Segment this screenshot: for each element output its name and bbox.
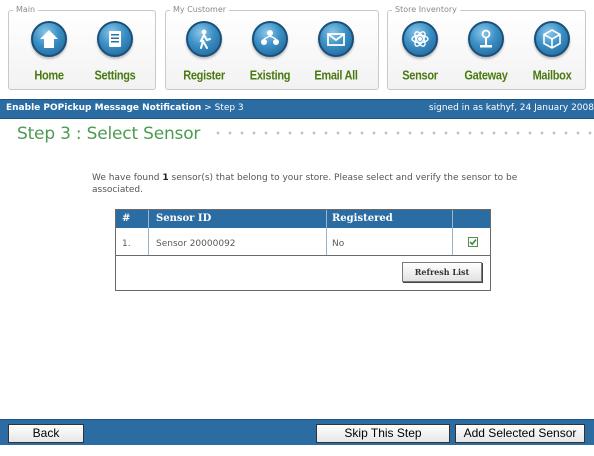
wizard-footer-bar: Back Skip This Step Add Selected Sensor bbox=[0, 419, 594, 445]
toolbar-group-my-customer: My Customer Register Existing Email All bbox=[165, 4, 379, 90]
group-label-my-customer: My Customer bbox=[170, 4, 230, 16]
row-number: 1. bbox=[122, 239, 131, 249]
page-title: Step 3 : Select Sensor bbox=[17, 124, 201, 144]
wizard-header-bar: Enable POPickup Message Notification > S… bbox=[0, 99, 594, 119]
checkmark-icon bbox=[469, 239, 477, 246]
toolbar-gateway-button[interactable]: Gateway bbox=[460, 21, 512, 87]
settings-icon bbox=[97, 21, 133, 57]
sensor-found-message: We have found 1 sensor(s) that belong to… bbox=[92, 172, 522, 196]
toolbar-group-store-inventory: Store Inventory Sensor Gateway Mailbox bbox=[387, 4, 586, 90]
main-toolbar: Main Home Settings My Customer Register bbox=[0, 0, 594, 96]
toolbar-existing-label: Existing bbox=[249, 69, 291, 83]
row-sensor-id: Sensor 20000092 bbox=[156, 239, 236, 249]
group-label-main: Main bbox=[13, 4, 39, 16]
column-header-sensor-id: Sensor ID bbox=[156, 213, 212, 224]
column-header-number: # bbox=[122, 213, 131, 224]
toolbar-home-label: Home bbox=[34, 69, 64, 83]
mailbox-icon bbox=[534, 21, 570, 57]
toolbar-gateway-label: Gateway bbox=[464, 69, 508, 83]
breadcrumb: Enable POPickup Message Notification > S… bbox=[6, 103, 244, 113]
home-icon bbox=[31, 21, 67, 57]
add-selected-sensor-button[interactable]: Add Selected Sensor bbox=[455, 424, 585, 443]
column-header-registered: Registered bbox=[332, 213, 393, 224]
existing-icon bbox=[252, 21, 288, 57]
breadcrumb-title: Enable POPickup Message Notification bbox=[6, 103, 202, 113]
sensor-table-header: # Sensor ID Registered bbox=[116, 210, 490, 228]
sensor-table: # Sensor ID Registered 1. Sensor 2000009… bbox=[115, 209, 491, 291]
toolbar-group-main: Main Home Settings bbox=[8, 4, 156, 90]
toolbar-existing-button[interactable]: Existing bbox=[244, 21, 296, 87]
signed-in-status: signed in as kathyf, 24 January 2008 bbox=[428, 103, 594, 113]
table-row[interactable]: 1. Sensor 20000092 No bbox=[116, 228, 490, 256]
sensor-select-checkbox[interactable] bbox=[468, 237, 478, 247]
title-dotted-divider bbox=[212, 129, 594, 137]
page-bottom-margin bbox=[0, 445, 594, 456]
toolbar-register-button[interactable]: Register bbox=[178, 21, 230, 87]
breadcrumb-step: > Step 3 bbox=[201, 103, 244, 113]
toolbar-settings-label: Settings bbox=[94, 69, 136, 83]
toolbar-settings-button[interactable]: Settings bbox=[89, 21, 141, 87]
toolbar-email-all-label: Email All bbox=[314, 69, 358, 83]
row-registered: No bbox=[332, 239, 345, 249]
gateway-icon bbox=[468, 21, 504, 57]
toolbar-sensor-label: Sensor bbox=[402, 69, 438, 83]
toolbar-mailbox-label: Mailbox bbox=[532, 69, 572, 83]
skip-step-button[interactable]: Skip This Step bbox=[316, 424, 450, 443]
group-label-store-inventory: Store Inventory bbox=[392, 4, 460, 16]
toolbar-email-all-button[interactable]: Email All bbox=[310, 21, 362, 87]
email-icon bbox=[318, 21, 354, 57]
register-icon bbox=[186, 21, 222, 57]
refresh-list-button[interactable]: Refresh List bbox=[402, 262, 482, 282]
toolbar-home-button[interactable]: Home bbox=[23, 21, 75, 87]
sensor-icon bbox=[402, 21, 438, 57]
toolbar-mailbox-button[interactable]: Mailbox bbox=[526, 21, 578, 87]
toolbar-sensor-button[interactable]: Sensor bbox=[394, 21, 446, 87]
back-button[interactable]: Back bbox=[8, 424, 84, 443]
toolbar-register-label: Register bbox=[183, 69, 225, 83]
message-prefix: We have found bbox=[92, 173, 163, 183]
